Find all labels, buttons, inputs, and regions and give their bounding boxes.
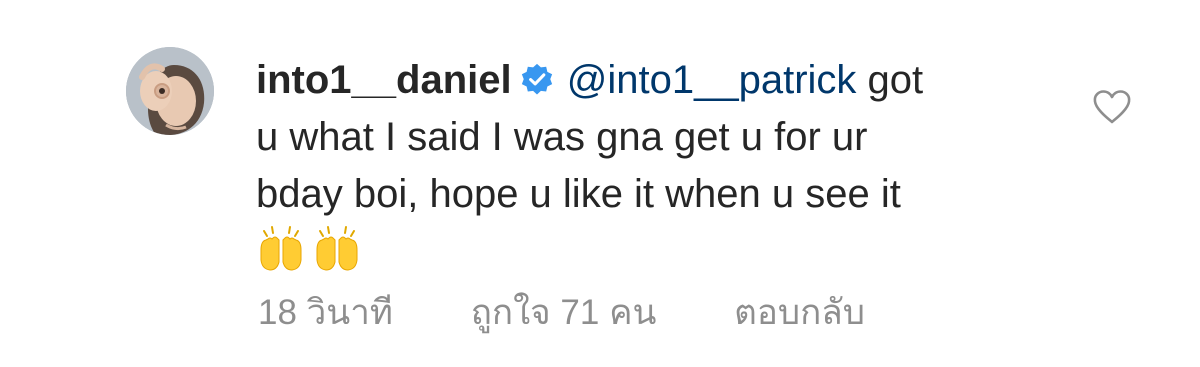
comment-text-line1: got — [856, 58, 924, 102]
avatar-image — [126, 47, 214, 135]
reply-button[interactable]: ตอบกลับ — [734, 290, 865, 336]
comment-username[interactable]: into1__daniel — [256, 58, 512, 102]
comment-meta: 18 วินาที ถูกใจ 71 คน ตอบกลับ — [258, 290, 865, 336]
mention-link[interactable]: @into1__patrick — [567, 58, 857, 102]
raising-hands-emoji — [316, 226, 358, 271]
like-count-link[interactable]: ถูกใจ 71 คน — [471, 290, 657, 336]
raising-hands-emoji — [260, 226, 302, 271]
comment-body: into1__daniel @into1__patrick got u what … — [256, 52, 1056, 280]
heart-outline-icon[interactable] — [1092, 89, 1132, 125]
comment-text-line2: u what I said I was gna get u for ur — [256, 115, 868, 159]
avatar[interactable] — [126, 47, 214, 135]
comment-timestamp: 18 วินาที — [258, 293, 393, 332]
comment-item: into1__daniel @into1__patrick got u what … — [0, 0, 1200, 367]
verified-badge-icon — [521, 63, 552, 95]
comment-text-line3: bday boi, hope u like it when u see it — [256, 172, 901, 216]
